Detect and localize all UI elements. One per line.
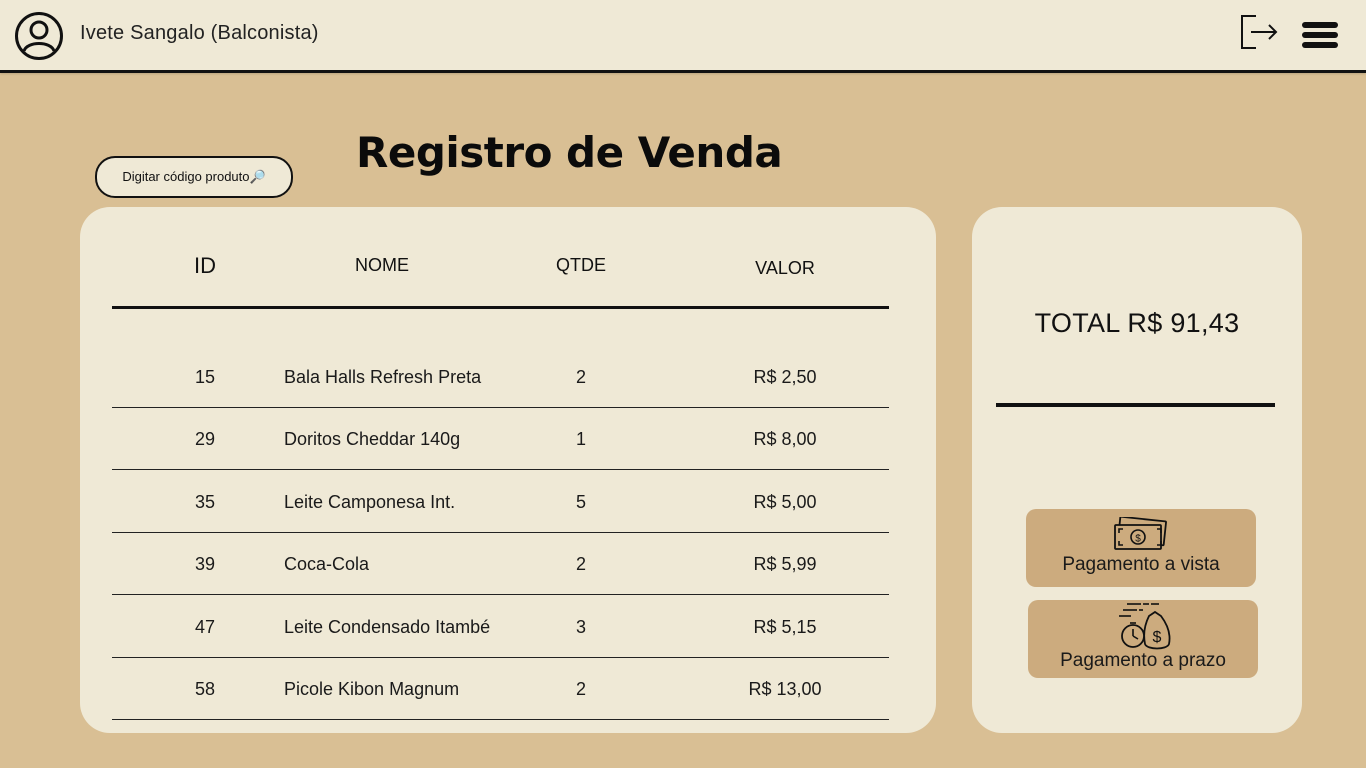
table-row[interactable]: 47 Leite Condensado Itambé 3 R$ 5,15 [112, 595, 889, 658]
svg-text:$: $ [1153, 629, 1162, 646]
user-circle-icon[interactable] [14, 11, 64, 61]
cell-nome: Bala Halls Refresh Preta [284, 367, 482, 387]
svg-text:$: $ [1135, 534, 1141, 545]
total-divider [996, 403, 1275, 407]
cell-nome: Coca-Cola [284, 554, 370, 574]
user-name: Ivete Sangalo (Balconista) [80, 22, 319, 44]
column-header-nome[interactable]: NOME [355, 255, 409, 276]
table-row[interactable]: 29 Doritos Cheddar 140g 1 R$ 8,00 [112, 407, 889, 470]
cash-bill-icon: $ [1114, 517, 1167, 550]
hamburger-menu-icon[interactable] [1300, 18, 1340, 52]
money-bag-clock-icon: $ [1119, 603, 1171, 650]
pay-term-button[interactable]: $ Pagamento a prazo [1028, 600, 1258, 678]
menu-bar [1302, 42, 1338, 48]
table-row[interactable]: 58 Picole Kibon Magnum 2 R$ 13,00 [112, 657, 889, 720]
page-title: Registro de Venda [356, 128, 783, 177]
column-header-qtde[interactable]: QTDE [556, 255, 606, 276]
top-bar: Ivete Sangalo (Balconista) [0, 0, 1366, 73]
menu-bar [1302, 22, 1338, 28]
pay-term-label: Pagamento a prazo [1060, 650, 1226, 671]
cell-nome: Leite Condensado Itambé [284, 617, 491, 637]
cell-nome: Picole Kibon Magnum [284, 679, 460, 699]
total-amount: TOTAL R$ 91,43 [1034, 308, 1240, 338]
total-panel: TOTAL R$ 91,43 $ Pagamento a vista $ Pag… [972, 207, 1302, 733]
cell-nome: Leite Camponesa Int. [284, 492, 456, 512]
pay-cash-button[interactable]: $ Pagamento a vista [1026, 509, 1256, 587]
table-row[interactable]: 39 Coca-Cola 2 R$ 5,99 [112, 532, 889, 595]
column-header-id[interactable]: ID [194, 253, 216, 279]
column-header-valor[interactable]: VALOR [755, 258, 815, 279]
product-code-search-button[interactable]: Digitar código produto🔎 [95, 156, 293, 198]
table-row[interactable]: 35 Leite Camponesa Int. 5 R$ 5,00 [112, 470, 889, 533]
cell-nome: Doritos Cheddar 140g [284, 429, 461, 449]
header-divider [112, 306, 889, 309]
table-row[interactable]: 15 Bala Halls Refresh Preta 2 R$ 2,50 [112, 345, 889, 408]
sale-items-table: ID NOME QTDE VALOR 15 Bala Halls Refresh… [80, 207, 936, 733]
pay-cash-label: Pagamento a vista [1062, 554, 1220, 575]
menu-bar [1302, 32, 1338, 38]
logout-icon[interactable] [1238, 12, 1278, 52]
